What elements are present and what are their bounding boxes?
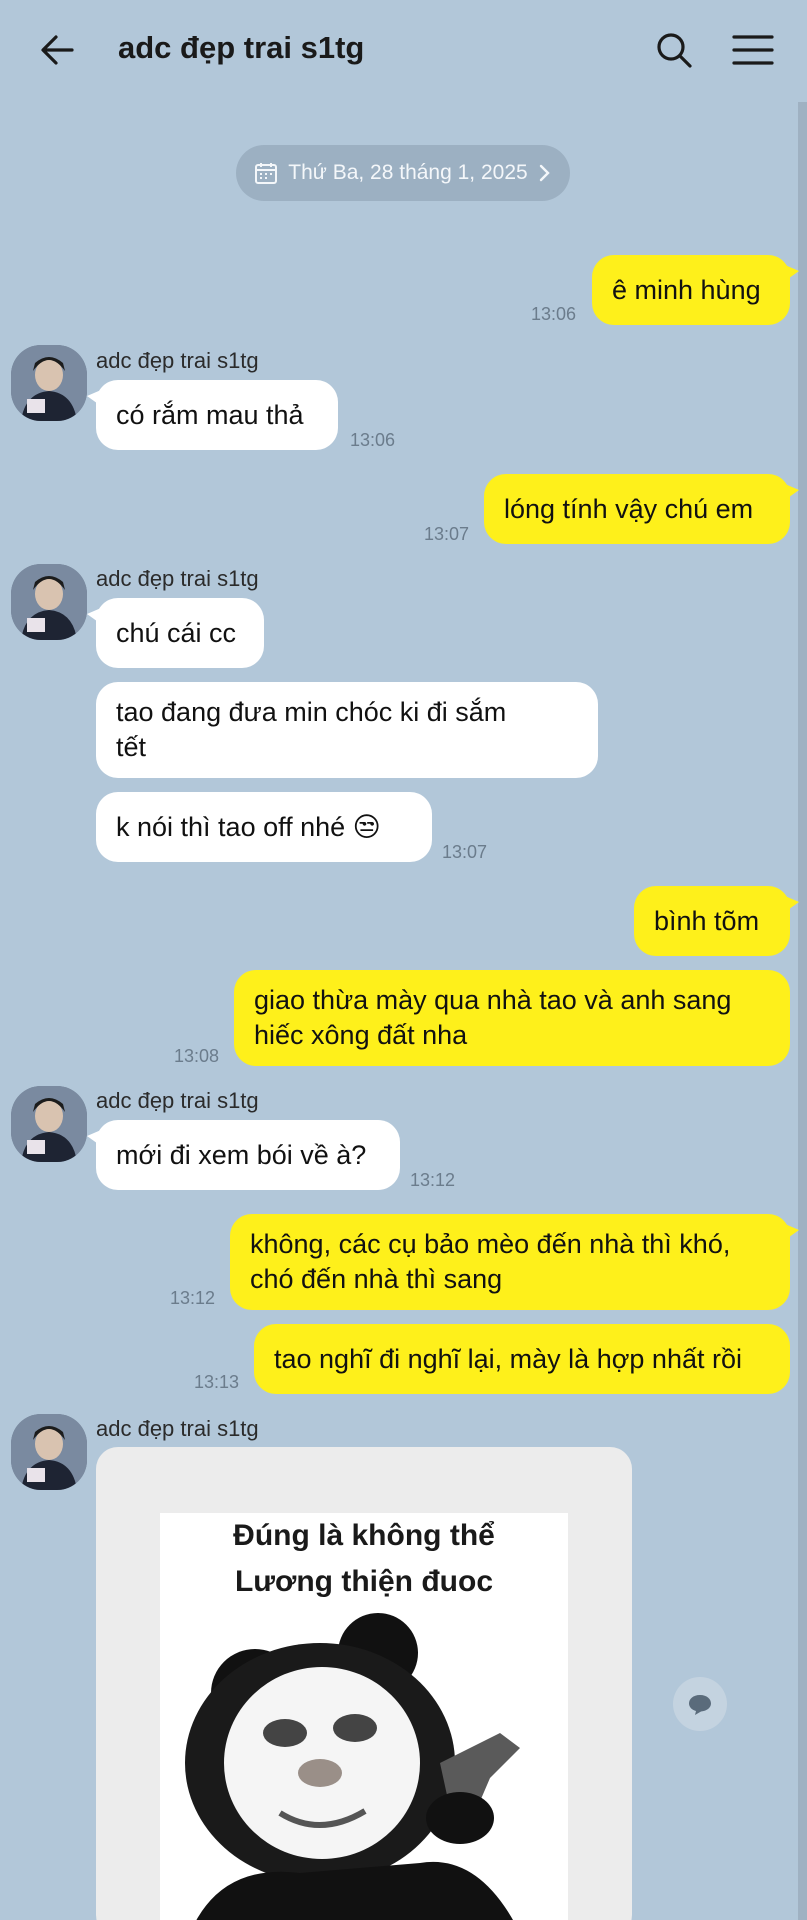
- message-time: 13:07: [442, 842, 488, 862]
- outgoing-message[interactable]: không, các cụ bảo mèo đến nhà thì khó, c…: [230, 1214, 799, 1310]
- panda-illustration: [185, 1613, 520, 1920]
- hamburger-menu-icon: [732, 35, 774, 65]
- message-text: bình tõm: [654, 905, 760, 936]
- message-text: tao đang đưa min chóc ki đi sắm: [116, 697, 507, 727]
- message-time: 13:13: [194, 1372, 240, 1392]
- outgoing-message[interactable]: tao nghĩ đi nghĩ lại, mày là hợp nhất rồ…: [254, 1324, 790, 1394]
- message-time: 13:12: [410, 1170, 456, 1190]
- outgoing-message[interactable]: ê minh hùng: [592, 255, 799, 325]
- search-icon: [657, 33, 692, 68]
- message-text: k nói thì tao off nhé 😒: [116, 811, 381, 842]
- message-text: tao nghĩ đi nghĩ lại, mày là hợp nhất rồ…: [274, 1343, 742, 1374]
- message-text: chó đến nhà thì sang: [250, 1264, 503, 1294]
- message-text: ê minh hùng: [612, 274, 761, 305]
- back-button[interactable]: [36, 28, 80, 72]
- meme-caption-line: Lương thiện đuoc: [234, 1565, 494, 1598]
- scrollbar[interactable]: [798, 102, 807, 1920]
- avatar-photo: [11, 564, 87, 640]
- message-text: mới đi xem bói về à?: [116, 1139, 367, 1170]
- chat-header: adc đẹp trai s1tg: [0, 0, 807, 100]
- avatar[interactable]: [11, 1086, 87, 1162]
- sender-name: adc đẹp trai s1tg: [96, 1088, 259, 1113]
- reply-button[interactable]: [673, 1677, 727, 1731]
- outgoing-message[interactable]: lóng tính vậy chú em: [484, 474, 799, 544]
- message-time: 13:06: [350, 430, 396, 450]
- avatar[interactable]: [11, 345, 87, 421]
- message-text: giao thừa mày qua nhà tao và anh sang: [254, 985, 732, 1015]
- incoming-message[interactable]: tao đang đưa min chóc ki đi sắm tết: [96, 682, 598, 778]
- message-time: 13:07: [424, 524, 470, 544]
- chat-bubble-icon: [689, 1695, 711, 1715]
- message-text: không, các cụ bảo mèo đến nhà thì khó,: [250, 1229, 731, 1259]
- date-label: Thứ Ba, 28 tháng 1, 2025: [288, 161, 528, 184]
- message-text: hiếc xông đất nha: [254, 1020, 468, 1050]
- sender-name: adc đẹp trai s1tg: [96, 1416, 259, 1441]
- sender-name: adc đẹp trai s1tg: [96, 566, 259, 591]
- incoming-message[interactable]: k nói thì tao off nhé 😒: [96, 792, 432, 862]
- message-time: 13:06: [531, 304, 577, 324]
- chat-title: adc đẹp trai s1tg: [118, 30, 365, 65]
- message-text: có rắm mau thả: [116, 399, 304, 430]
- message-text: tết: [116, 732, 147, 762]
- meme-caption-line: Đúng là không thể: [233, 1519, 495, 1552]
- arrow-left-icon: [41, 35, 74, 65]
- calendar-icon: [255, 163, 278, 184]
- avatar[interactable]: [11, 1414, 87, 1490]
- avatar-photo: [11, 1086, 87, 1162]
- avatar-photo: [11, 1414, 87, 1490]
- sender-name: adc đẹp trai s1tg: [96, 348, 259, 373]
- avatar-photo: [11, 345, 87, 421]
- image-message[interactable]: Đúng là không thể Lương thiện đuoc: [96, 1447, 632, 1920]
- meme-image: Đúng là không thể Lương thiện đuoc: [160, 1513, 568, 1920]
- incoming-message[interactable]: có rắm mau thả: [87, 380, 338, 450]
- menu-button[interactable]: [730, 28, 776, 72]
- message-text: chú cái cc: [116, 617, 237, 648]
- message-text: lóng tính vậy chú em: [504, 493, 754, 524]
- incoming-message[interactable]: chú cái cc: [87, 598, 264, 668]
- incoming-message[interactable]: mới đi xem bói về à?: [87, 1120, 400, 1190]
- chevron-right-icon: [539, 164, 550, 182]
- search-button[interactable]: [652, 28, 696, 72]
- date-divider[interactable]: Thứ Ba, 28 tháng 1, 2025: [236, 145, 570, 201]
- outgoing-message[interactable]: giao thừa mày qua nhà tao và anh sang hi…: [234, 970, 790, 1066]
- avatar[interactable]: [11, 564, 87, 640]
- message-time: 13:08: [174, 1046, 220, 1066]
- message-time: 13:12: [170, 1288, 216, 1308]
- outgoing-message[interactable]: bình tõm: [634, 886, 799, 956]
